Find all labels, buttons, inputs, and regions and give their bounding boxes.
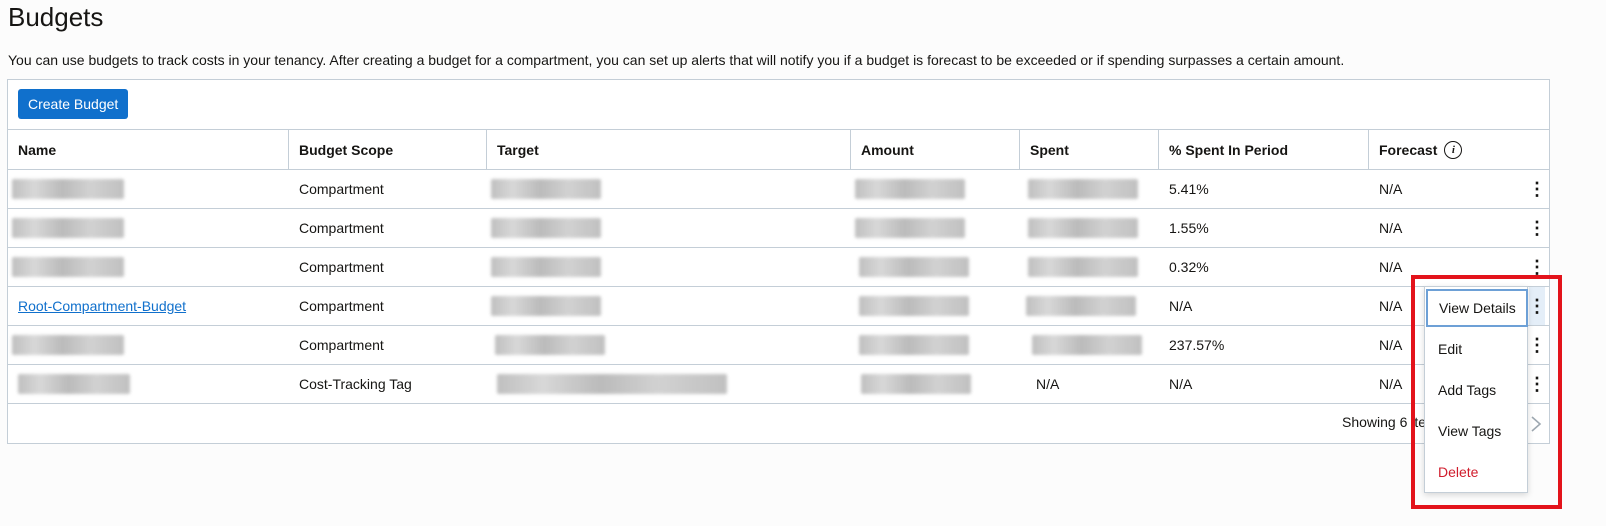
column-header-spent[interactable]: Spent bbox=[1020, 130, 1159, 169]
chevron-right-icon[interactable] bbox=[1529, 414, 1543, 434]
target-cell bbox=[487, 365, 851, 403]
forecast-cell: N/A bbox=[1379, 181, 1403, 197]
amount-cell bbox=[851, 170, 1020, 208]
kebab-icon[interactable]: ⋮ bbox=[1528, 287, 1546, 325]
column-header-forecast: Forecast i bbox=[1369, 130, 1549, 169]
amount-cell bbox=[851, 365, 1020, 403]
budget-scope-cell: Compartment bbox=[299, 259, 384, 275]
redacted-spent bbox=[1032, 335, 1142, 355]
column-header-amount[interactable]: Amount bbox=[851, 130, 1020, 169]
pct-spent-cell: 0.32% bbox=[1169, 259, 1209, 275]
budget-name-link[interactable]: Root-Compartment-Budget bbox=[18, 298, 186, 314]
spent-cell bbox=[1020, 287, 1159, 325]
spent-cell: N/A bbox=[1036, 376, 1060, 392]
budget-scope-cell: Compartment bbox=[299, 181, 384, 197]
spent-cell bbox=[1020, 326, 1159, 364]
kebab-icon[interactable]: ⋮ bbox=[1528, 170, 1546, 208]
column-header-pct-spent[interactable]: % Spent In Period bbox=[1159, 130, 1369, 169]
redacted-amount bbox=[861, 374, 971, 394]
table-row: Compartment 1.55% N/A ⋮ bbox=[8, 209, 1549, 248]
kebab-icon[interactable]: ⋮ bbox=[1528, 365, 1546, 403]
pct-spent-cell: 5.41% bbox=[1169, 181, 1209, 197]
menu-item-edit[interactable]: Edit bbox=[1425, 330, 1527, 368]
budget-scope-cell: Cost-Tracking Tag bbox=[299, 376, 412, 392]
menu-item-add-tags[interactable]: Add Tags bbox=[1425, 371, 1527, 409]
pagination-summary: Showing 6 ite bbox=[1342, 414, 1427, 430]
kebab-icon[interactable]: ⋮ bbox=[1528, 326, 1546, 364]
redacted-budget-name bbox=[12, 257, 124, 277]
forecast-label: Forecast bbox=[1379, 141, 1438, 158]
page-description: You can use budgets to track costs in yo… bbox=[8, 52, 1345, 68]
target-cell bbox=[487, 170, 851, 208]
amount-cell bbox=[851, 287, 1020, 325]
budget-name-cell: Root-Compartment-Budget bbox=[8, 287, 289, 325]
forecast-cell: N/A bbox=[1379, 220, 1403, 236]
redacted-spent bbox=[1028, 257, 1138, 277]
redacted-spent bbox=[1026, 296, 1136, 316]
redacted-spent bbox=[1028, 218, 1138, 238]
redacted-amount bbox=[859, 296, 969, 316]
pct-spent-cell: 1.55% bbox=[1169, 220, 1209, 236]
forecast-cell: N/A bbox=[1379, 259, 1403, 275]
redacted-budget-name bbox=[12, 335, 124, 355]
redacted-budget-name bbox=[12, 179, 124, 199]
redacted-target bbox=[491, 296, 601, 316]
page-title: Budgets bbox=[8, 2, 104, 32]
amount-cell bbox=[851, 209, 1020, 247]
pct-spent-cell: N/A bbox=[1169, 298, 1193, 314]
table-row: Compartment 237.57% N/A ⋮ bbox=[8, 326, 1549, 365]
budget-name-cell bbox=[8, 365, 289, 403]
pct-spent-cell: N/A bbox=[1169, 376, 1193, 392]
redacted-budget-name bbox=[18, 374, 130, 394]
amount-cell bbox=[851, 248, 1020, 286]
budget-scope-cell: Compartment bbox=[299, 337, 384, 353]
target-cell bbox=[487, 326, 851, 364]
table-row: Root-Compartment-Budget Compartment N/A … bbox=[8, 287, 1549, 326]
column-header-name[interactable]: Name bbox=[8, 130, 289, 169]
menu-item-view-tags[interactable]: View Tags bbox=[1425, 412, 1527, 450]
kebab-icon[interactable]: ⋮ bbox=[1528, 209, 1546, 247]
create-budget-button[interactable]: Create Budget bbox=[18, 89, 129, 119]
redacted-target bbox=[491, 257, 601, 277]
table-row: Cost-Tracking Tag N/A N/A N/A ⋮ bbox=[8, 365, 1549, 404]
budget-name-cell bbox=[8, 326, 289, 364]
redacted-amount bbox=[859, 257, 969, 277]
table-header-row: Name Budget Scope Target Amount Spent % … bbox=[8, 130, 1549, 170]
redacted-amount bbox=[855, 218, 965, 238]
table-row: Compartment 5.41% N/A ⋮ bbox=[8, 170, 1549, 209]
budget-name-cell bbox=[8, 248, 289, 286]
target-cell bbox=[487, 287, 851, 325]
target-cell bbox=[487, 209, 851, 247]
menu-item-view-details[interactable]: View Details bbox=[1426, 289, 1528, 327]
column-header-budget-scope[interactable]: Budget Scope bbox=[289, 130, 487, 169]
table-row: Compartment 0.32% N/A ⋮ bbox=[8, 248, 1549, 287]
amount-cell bbox=[851, 326, 1020, 364]
info-icon[interactable]: i bbox=[1444, 140, 1463, 159]
budget-name-cell bbox=[8, 209, 289, 247]
redacted-target bbox=[497, 374, 727, 394]
row-actions-menu: View Details Edit Add Tags View Tags Del… bbox=[1424, 286, 1528, 493]
redacted-amount bbox=[855, 179, 965, 199]
spent-cell bbox=[1020, 209, 1159, 247]
budget-scope-cell: Compartment bbox=[299, 298, 384, 314]
budget-name-cell bbox=[8, 170, 289, 208]
redacted-target bbox=[491, 218, 601, 238]
budgets-table-panel: Create Budget Name Budget Scope Target A… bbox=[7, 79, 1550, 444]
redacted-amount bbox=[859, 335, 969, 355]
redacted-spent bbox=[1028, 179, 1138, 199]
kebab-icon[interactable]: ⋮ bbox=[1528, 248, 1546, 286]
column-header-target[interactable]: Target bbox=[487, 130, 851, 169]
budgets-table: Name Budget Scope Target Amount Spent % … bbox=[8, 129, 1549, 404]
pct-spent-cell: 237.57% bbox=[1169, 337, 1225, 353]
redacted-target bbox=[495, 335, 605, 355]
redacted-target bbox=[491, 179, 601, 199]
spent-cell bbox=[1020, 248, 1159, 286]
budget-scope-cell: Compartment bbox=[299, 220, 384, 236]
menu-item-delete[interactable]: Delete bbox=[1425, 453, 1527, 491]
spent-cell bbox=[1020, 170, 1159, 208]
redacted-budget-name bbox=[12, 218, 124, 238]
target-cell bbox=[487, 248, 851, 286]
